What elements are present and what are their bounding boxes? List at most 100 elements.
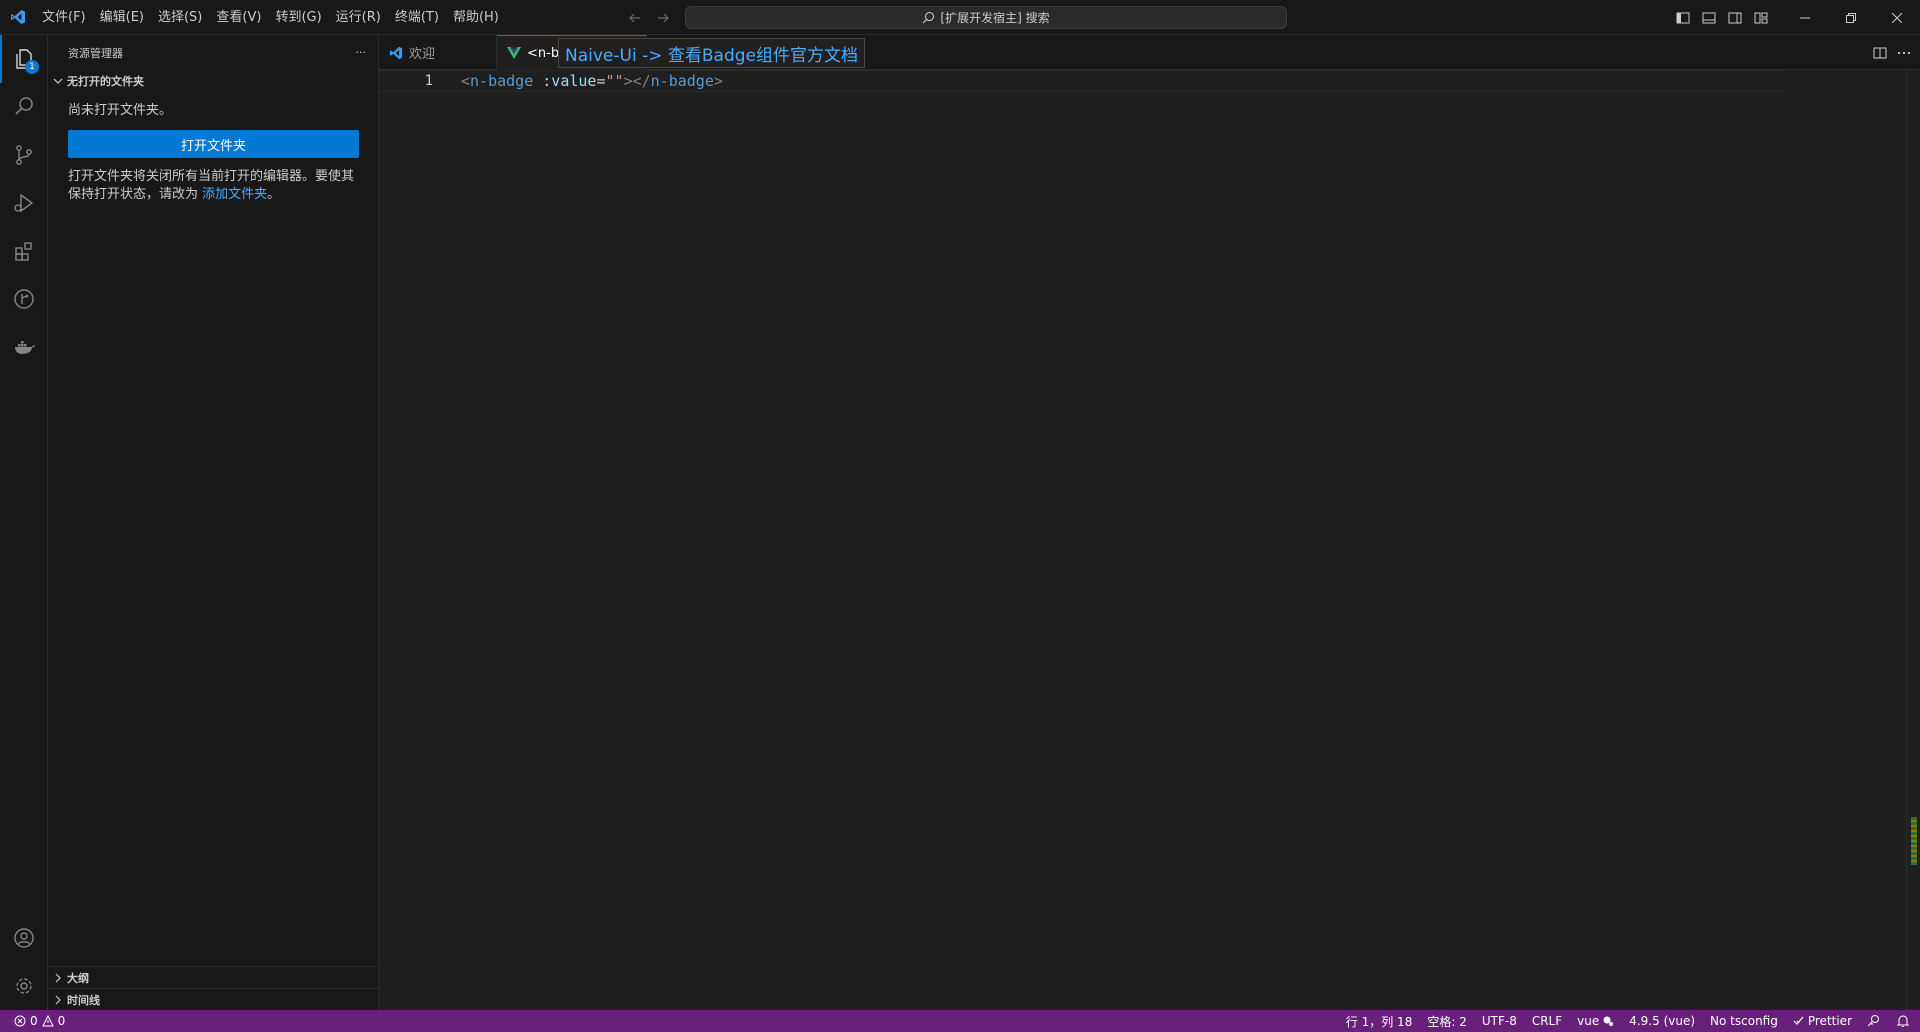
vertical-scrollbar[interactable] <box>1906 70 1920 1010</box>
token-string: "" <box>605 72 624 90</box>
no-folder-section-header[interactable]: 无打开的文件夹 <box>48 70 378 92</box>
encoding[interactable]: UTF-8 <box>1482 1014 1517 1028</box>
token-tag: n-badge <box>470 72 534 90</box>
toggle-primary-sidebar-icon[interactable] <box>1674 9 1692 27</box>
open-folder-button[interactable]: 打开文件夹 <box>68 130 359 158</box>
back-arrow-icon[interactable] <box>626 9 644 27</box>
activity-manage[interactable] <box>0 962 48 1010</box>
feedback-icon[interactable] <box>1867 1014 1881 1028</box>
source-control-icon <box>12 143 36 167</box>
explorer-sidebar: 资源管理器 ··· 无打开的文件夹 尚未打开文件夹。 打开文件夹 打开文件夹将关… <box>48 35 379 1010</box>
title-bar: 文件(F) 编辑(E) 选择(S) 查看(V) 转到(G) 运行(R) 终端(T… <box>0 0 1920 35</box>
docker-icon <box>12 335 36 359</box>
layout-controls <box>1674 0 1770 35</box>
token-equals: = <box>596 72 606 90</box>
activity-explorer[interactable]: 1 <box>0 35 48 83</box>
activity-git-graph[interactable] <box>0 275 48 323</box>
status-bar: 0 0 行 1，列 18 空格: 2 UTF-8 CRLF vue 4.9.5 … <box>0 1010 1920 1032</box>
activity-run-debug[interactable] <box>0 179 48 227</box>
search-icon <box>922 11 935 24</box>
open-folder-hint: 打开文件夹将关闭所有当前打开的编辑器。要使其保持打开状态，请改为 添加文件夹。 <box>48 158 378 204</box>
menu-selection[interactable]: 选择(S) <box>151 0 209 35</box>
line-number: 1 <box>424 73 433 89</box>
window-controls <box>1782 0 1920 35</box>
overview-ruler-marks <box>1911 817 1917 865</box>
split-editor-icon[interactable] <box>1872 45 1888 61</box>
status-bar-right: 行 1，列 18 空格: 2 UTF-8 CRLF vue 4.9.5 (vue… <box>1346 1010 1910 1032</box>
problems-indicator[interactable]: 0 0 <box>0 1014 65 1028</box>
menu-bar: 文件(F) 编辑(E) 选择(S) 查看(V) 转到(G) 运行(R) 终端(T… <box>35 0 506 35</box>
minimize-icon[interactable] <box>1782 0 1828 35</box>
warning-icon <box>41 1015 54 1027</box>
activity-search[interactable] <box>0 83 48 131</box>
forward-arrow-icon[interactable] <box>654 9 672 27</box>
token-attribute: :value <box>542 72 597 90</box>
menu-file[interactable]: 文件(F) <box>35 0 93 35</box>
vscode-logo-icon <box>0 0 35 35</box>
git-graph-icon <box>12 287 36 311</box>
error-icon <box>14 1015 26 1027</box>
error-count: 0 <box>30 1014 38 1028</box>
chevron-down-icon <box>52 75 64 87</box>
outline-section-header[interactable]: 大纲 <box>48 966 379 988</box>
close-icon[interactable] <box>1874 0 1920 35</box>
end-of-line[interactable]: CRLF <box>1532 1014 1562 1028</box>
editor-actions <box>1872 35 1912 70</box>
token-bracket: ></ <box>623 72 651 90</box>
code-editor[interactable]: 1 <n-badge :value=""></n-badge> <box>379 70 1920 1010</box>
activity-docker[interactable] <box>0 323 48 371</box>
hint-end: 。 <box>267 187 281 202</box>
more-actions-icon[interactable] <box>1896 45 1912 61</box>
tsconfig-status[interactable]: No tsconfig <box>1710 1014 1778 1028</box>
no-folder-message: 尚未打开文件夹。 <box>68 103 173 118</box>
vscode-icon <box>389 46 403 60</box>
cursor-position[interactable]: 行 1，列 18 <box>1346 1013 1413 1030</box>
activity-accounts[interactable] <box>0 914 48 962</box>
activity-bottom <box>0 914 48 1010</box>
add-folder-link[interactable]: 添加文件夹 <box>202 187 267 202</box>
bell-icon[interactable] <box>1896 1014 1910 1028</box>
menu-go[interactable]: 转到(G) <box>268 0 328 35</box>
indentation[interactable]: 空格: 2 <box>1427 1013 1467 1030</box>
menu-help[interactable]: 帮助(H) <box>446 0 506 35</box>
toggle-secondary-sidebar-icon[interactable] <box>1726 9 1744 27</box>
activity-extensions[interactable] <box>0 227 48 275</box>
tab-welcome[interactable]: 欢迎 <box>379 35 497 70</box>
menu-view[interactable]: 查看(V) <box>209 0 268 35</box>
command-center-search[interactable]: [扩展开发宿主] 搜索 <box>685 6 1287 29</box>
warning-count: 0 <box>57 1014 66 1028</box>
token-bracket: > <box>713 72 723 90</box>
menu-terminal[interactable]: 终端(T) <box>388 0 446 35</box>
code-line[interactable]: 1 <n-badge :value=""></n-badge> <box>379 70 1784 92</box>
code-content[interactable]: <n-badge :value=""></n-badge> <box>461 72 723 90</box>
sidebar-collapsed-sections: 大纲 时间线 <box>48 966 379 1010</box>
menu-run[interactable]: 运行(R) <box>329 0 388 35</box>
language-mode[interactable]: vue <box>1577 1014 1614 1028</box>
typescript-version[interactable]: 4.9.5 (vue) <box>1629 1014 1695 1028</box>
check-all-icon <box>1793 1015 1805 1027</box>
braces-icon <box>1602 1015 1614 1027</box>
account-icon <box>12 926 36 950</box>
customize-layout-icon[interactable] <box>1752 9 1770 27</box>
activity-source-control[interactable] <box>0 131 48 179</box>
prettier-label: Prettier <box>1807 1014 1852 1028</box>
extensions-icon <box>12 239 36 263</box>
token-bracket: < <box>461 72 471 90</box>
hover-tooltip[interactable]: Naive-Ui -> 查看Badge组件官方文档 <box>558 38 865 68</box>
tab-label: 欢迎 <box>409 47 436 62</box>
sidebar-title: 资源管理器 <box>68 46 123 60</box>
toggle-panel-icon[interactable] <box>1700 9 1718 27</box>
gear-icon <box>12 974 36 998</box>
navigation-arrows <box>626 0 672 35</box>
restore-icon[interactable] <box>1828 0 1874 35</box>
run-debug-icon <box>12 191 36 215</box>
timeline-section-header[interactable]: 时间线 <box>48 988 379 1010</box>
prettier-status[interactable]: Prettier <box>1793 1014 1852 1028</box>
language-label: vue <box>1577 1014 1600 1028</box>
chevron-right-icon <box>52 972 64 984</box>
more-actions-icon[interactable]: ··· <box>356 46 367 59</box>
menu-edit[interactable]: 编辑(E) <box>93 0 151 35</box>
search-icon <box>12 95 36 119</box>
section-title: 无打开的文件夹 <box>67 75 144 88</box>
